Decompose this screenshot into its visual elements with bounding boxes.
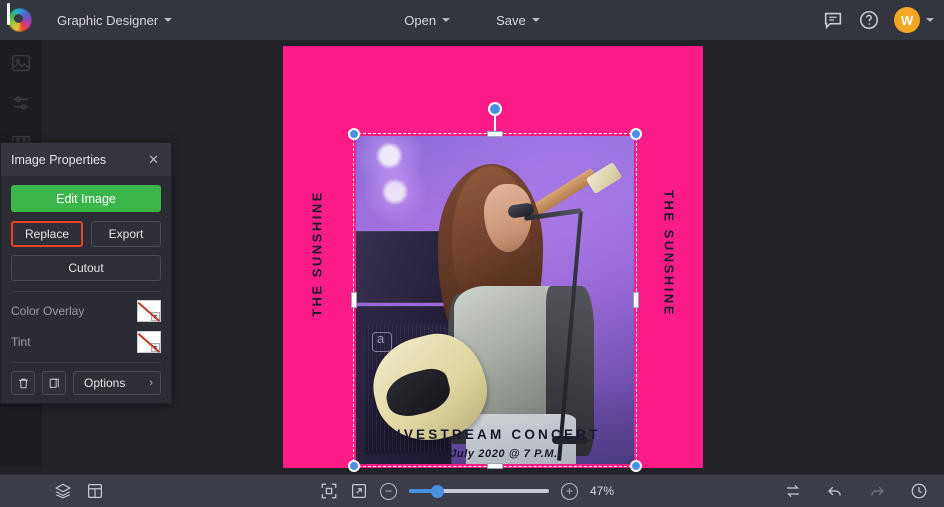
poster-photo-layer[interactable] — [356, 136, 634, 464]
zoom-out-label: − — [384, 484, 392, 498]
delete-layer-button[interactable] — [11, 371, 35, 395]
guitar-headstock — [585, 161, 623, 195]
panel-header: Image Properties ✕ — [1, 143, 171, 176]
color-overlay-swatch[interactable]: ▾ — [137, 300, 161, 322]
replace-label: Replace — [24, 227, 70, 241]
edit-image-button[interactable]: Edit Image — [11, 185, 161, 212]
tint-label: Tint — [11, 335, 31, 349]
chevron-down-icon[interactable]: ▾ — [151, 312, 160, 321]
app-logo[interactable] — [0, 0, 40, 40]
zoom-level-value: 47% — [590, 484, 615, 498]
options-label: Options — [84, 376, 126, 390]
open-menu-button[interactable]: Open — [392, 7, 462, 34]
rotate-stem — [494, 114, 496, 134]
open-menu-label: Open — [404, 12, 437, 28]
avatar[interactable]: W — [894, 7, 920, 33]
panel-divider-2 — [11, 362, 161, 363]
bottom-bar: − + 47% — [0, 474, 944, 507]
app-name-dropdown[interactable]: Graphic Designer — [48, 8, 181, 33]
top-bar-actions: W — [822, 0, 934, 40]
replace-button[interactable]: Replace — [11, 221, 83, 247]
pixlr-logo-icon — [8, 8, 32, 32]
cutout-label: Cutout — [68, 261, 104, 275]
tint-row: Tint ▾ — [11, 331, 161, 353]
help-circle-icon[interactable] — [858, 9, 880, 31]
close-icon[interactable]: ✕ — [144, 150, 163, 170]
swap-icon[interactable] — [784, 482, 802, 500]
options-button[interactable]: Options › — [73, 371, 161, 395]
export-label: Export — [108, 227, 144, 241]
rotate-handle-icon[interactable] — [488, 102, 502, 116]
export-button[interactable]: Export — [91, 221, 161, 247]
amp-badge-icon — [372, 331, 392, 352]
image-icon[interactable] — [10, 52, 32, 74]
bottom-bar-left — [0, 482, 104, 500]
comment-icon[interactable] — [822, 9, 844, 31]
bottom-bar-right — [784, 482, 928, 500]
poster-side-text-left[interactable]: THE SUNSHINE — [310, 174, 325, 334]
chevron-down-icon — [442, 18, 451, 22]
poster-artboard[interactable]: THE SUNSHINE THE SUNSHINE a LIVESTREAM C… — [283, 46, 703, 472]
panel-body: Edit Image Replace Export Cutout Color O… — [1, 176, 171, 403]
top-bar: Graphic Designer Open Save W — [0, 0, 944, 40]
zoom-in-label: + — [565, 484, 573, 498]
adjust-icon[interactable] — [10, 92, 32, 114]
poster-title[interactable]: LIVESTREAM CONCERT — [283, 427, 703, 442]
undo-icon[interactable] — [826, 482, 844, 500]
zoom-slider[interactable] — [409, 484, 549, 498]
color-overlay-label: Color Overlay — [11, 304, 85, 318]
color-overlay-row: Color Overlay ▾ — [11, 300, 161, 322]
panel-footer: Options › — [11, 371, 161, 395]
tint-swatch[interactable]: ▾ — [137, 331, 161, 353]
expand-arrow-icon[interactable] — [350, 482, 368, 500]
template-grid-icon[interactable] — [86, 482, 104, 500]
chevron-down-icon — [531, 18, 540, 22]
redo-icon[interactable] — [868, 482, 886, 500]
chevron-down-icon — [164, 18, 173, 22]
panel-title: Image Properties — [11, 152, 107, 167]
zoom-slider-knob[interactable] — [431, 484, 444, 498]
fit-to-screen-icon[interactable] — [320, 482, 338, 500]
edit-image-label: Edit Image — [56, 191, 116, 206]
duplicate-layer-button[interactable] — [42, 371, 66, 395]
panel-button-row: Replace Export — [11, 221, 161, 247]
poster-side-text-right[interactable]: THE SUNSHINE — [662, 174, 677, 334]
app-root: Graphic Designer Open Save W THE SUNSHIN… — [0, 0, 944, 507]
stage-cabinet-top — [356, 231, 448, 303]
layers-icon[interactable] — [54, 482, 72, 500]
cutout-button[interactable]: Cutout — [11, 255, 161, 281]
save-menu-label: Save — [496, 12, 526, 28]
image-properties-panel: Image Properties ✕ Edit Image Replace Ex… — [0, 142, 172, 404]
save-menu-button[interactable]: Save — [484, 7, 552, 34]
panel-divider — [11, 291, 161, 292]
history-clock-icon[interactable] — [910, 482, 928, 500]
trash-icon — [18, 378, 28, 388]
duplicate-icon — [49, 378, 59, 388]
chevron-down-icon[interactable] — [926, 18, 934, 22]
avatar-initial: W — [900, 12, 914, 28]
app-name-label: Graphic Designer — [57, 12, 159, 28]
zoom-in-button[interactable]: + — [561, 482, 578, 500]
chevron-down-icon[interactable]: ▾ — [151, 343, 160, 352]
poster-subtitle[interactable]: 7th July 2020 @ 7 P.M. — [283, 448, 703, 460]
zoom-out-button[interactable]: − — [380, 482, 397, 500]
chevron-right-icon: › — [149, 377, 153, 389]
